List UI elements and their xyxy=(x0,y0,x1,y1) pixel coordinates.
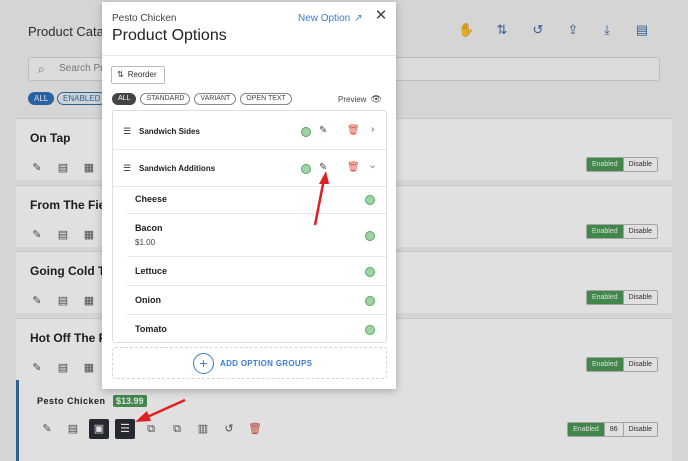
plus-icon: + xyxy=(193,353,214,374)
modal-subtitle: Pesto Chicken xyxy=(112,13,177,24)
sort-icon: ⇅ xyxy=(117,70,124,79)
option-item-name: Bacon xyxy=(135,223,163,233)
add-option-groups-label: ADD OPTION GROUPS xyxy=(220,359,313,368)
option-group-name: Sandwich Sides xyxy=(139,127,200,136)
status-indicator xyxy=(365,296,375,306)
chip-all[interactable]: ALL xyxy=(112,93,137,105)
modal-title: Product Options xyxy=(112,27,227,44)
status-indicator xyxy=(365,325,375,335)
annotation-arrow-options xyxy=(135,398,186,422)
option-item-row[interactable]: Onion xyxy=(127,286,386,315)
add-option-groups-button[interactable]: + ADD OPTION GROUPS xyxy=(112,347,387,379)
option-groups-list: ☰ Sandwich Sides ✎ 🗑 › ☰ Sandwich Additi… xyxy=(112,110,387,343)
preview-label: Preview xyxy=(338,95,367,104)
option-item-row[interactable]: Lettuce xyxy=(127,257,386,286)
eye-icon: 👁 xyxy=(370,94,382,104)
new-option-link[interactable]: New Option ↗ xyxy=(298,13,363,24)
status-indicator xyxy=(365,231,375,241)
product-options-modal: Pesto Chicken Product Options New Option… xyxy=(102,2,396,389)
option-item-name: Lettuce xyxy=(135,266,168,276)
option-item-row[interactable]: Bacon $1.00 xyxy=(127,214,386,257)
new-option-label: New Option xyxy=(298,13,351,24)
checklist-icon: ☰ xyxy=(123,163,132,173)
status-indicator xyxy=(365,195,375,205)
trash-icon[interactable]: 🗑 xyxy=(347,125,360,136)
option-item-name: Tomato xyxy=(135,324,167,334)
chip-open-text[interactable]: OPEN TEXT xyxy=(240,93,292,105)
option-item-row[interactable]: Tomato xyxy=(127,315,386,342)
edit-icon[interactable]: ✎ xyxy=(319,125,327,136)
option-group-row[interactable]: ☰ Sandwich Additions ✎ 🗑 › xyxy=(113,151,386,187)
option-group-name: Sandwich Additions xyxy=(139,164,216,173)
chip-standard[interactable]: STANDARD xyxy=(140,93,191,105)
chevron-down-icon[interactable]: › xyxy=(367,165,378,168)
option-item-name: Onion xyxy=(135,295,161,305)
option-item-row[interactable]: Cheese xyxy=(127,184,386,214)
option-item-name: Cheese xyxy=(135,194,168,204)
checklist-icon: ☰ xyxy=(123,126,132,136)
close-icon[interactable]: ✕ xyxy=(374,8,388,23)
modal-header: Pesto Chicken Product Options New Option… xyxy=(102,2,396,56)
chip-variant[interactable]: VARIANT xyxy=(194,93,237,105)
external-link-icon: ↗ xyxy=(354,13,363,24)
option-group-row[interactable]: ☰ Sandwich Sides ✎ 🗑 › xyxy=(113,114,386,150)
chevron-right-icon[interactable]: › xyxy=(371,124,374,135)
reorder-label: Reorder xyxy=(127,70,157,79)
option-type-filter: ALL STANDARD VARIANT OPEN TEXT xyxy=(112,93,296,106)
annotation-arrow-edit xyxy=(313,171,329,226)
reorder-button[interactable]: ⇅ Reorder xyxy=(111,66,165,84)
option-item-price: $1.00 xyxy=(135,238,156,247)
trash-icon[interactable]: 🗑 xyxy=(347,162,360,173)
preview-toggle[interactable]: Preview 👁 xyxy=(338,94,382,105)
status-indicator xyxy=(365,267,375,277)
status-indicator xyxy=(301,127,311,137)
